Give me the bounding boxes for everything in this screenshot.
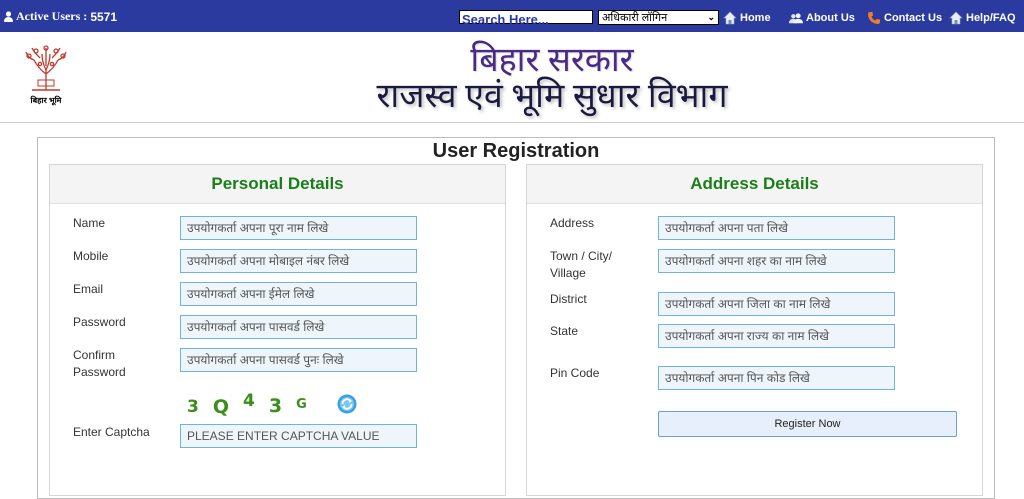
address-details-panel: Address Details Address Town / City/ Vil… (526, 164, 983, 496)
captcha-char: 4 (243, 391, 255, 411)
email-label: Email (73, 282, 104, 296)
state-label: State (550, 324, 579, 338)
captcha-char: Q (212, 396, 229, 418)
nav-contact-us[interactable]: Contact Us (867, 11, 942, 25)
captcha-field[interactable] (180, 424, 417, 448)
refresh-captcha-icon[interactable] (337, 394, 357, 414)
department-title: राजस्व एवं भूमि सुधार विभाग (376, 78, 728, 115)
address-field[interactable] (658, 216, 895, 240)
home-icon (949, 11, 963, 25)
nav-help-faq[interactable]: Help/FAQ (949, 11, 1016, 25)
people-icon (789, 13, 803, 24)
nav-about-us[interactable]: About Us (789, 11, 855, 25)
pin-code-field[interactable] (658, 366, 895, 390)
personal-details-panel: Personal Details Name Mobile Email Passw… (49, 164, 506, 496)
officer-login-select[interactable]: अधिकारी लॉगिन ⌄ (598, 10, 719, 25)
home-icon (723, 11, 737, 25)
active-users-count: 5571 (90, 9, 118, 24)
search-input[interactable] (460, 13, 592, 26)
phone-icon (868, 12, 880, 24)
nav-about-label: About Us (806, 12, 855, 24)
captcha-char: 3 (268, 395, 283, 417)
captcha-label: Enter Captcha (73, 425, 150, 439)
state-field[interactable] (658, 324, 895, 348)
address-label: Address (550, 216, 595, 230)
email-input[interactable] (181, 283, 416, 305)
search-box[interactable] (459, 10, 593, 26)
email-field[interactable] (180, 282, 417, 306)
confirm-password-input[interactable] (181, 349, 416, 371)
captcha-char: 3 (187, 397, 199, 417)
captcha-input[interactable] (181, 425, 416, 447)
captcha-char: G (296, 396, 307, 412)
name-label: Name (73, 216, 106, 230)
password-label: Password (73, 315, 126, 329)
district-field[interactable] (658, 292, 895, 316)
address-details-heading: Address Details (527, 165, 982, 204)
nav-contact-label: Contact Us (884, 12, 943, 24)
mobile-input[interactable] (181, 250, 416, 272)
pin-code-label: Pin Code (550, 366, 600, 380)
captcha-image: 3 Q 4 3 G (187, 391, 307, 418)
town-label-line1: Town / City/ (550, 249, 613, 263)
town-label: Town / City/ Village (550, 248, 612, 282)
personal-details-heading: Personal Details (50, 165, 505, 204)
mobile-field[interactable] (180, 249, 417, 273)
nav-help-label: Help/FAQ (966, 12, 1016, 24)
chevron-down-icon: ⌄ (707, 12, 715, 22)
active-users: Active Users :5571 (4, 9, 117, 24)
address-input[interactable] (659, 217, 894, 239)
officer-login-selected: अधिकारी लॉगिन (602, 12, 668, 24)
govt-title: बिहार सरकार (470, 42, 634, 79)
name-input[interactable] (181, 217, 416, 239)
town-label-line2: Village (550, 266, 586, 280)
confirm-password-label: Confirm Password (73, 347, 126, 381)
confirm-password-label-line1: Confirm (73, 348, 116, 362)
password-input[interactable] (181, 316, 416, 338)
confirm-password-field[interactable] (180, 348, 417, 372)
site-header: बिहार भूमि बिहार सरकार राजस्व एवं भूमि स… (0, 32, 1024, 123)
pin-code-input[interactable] (659, 367, 894, 389)
name-field[interactable] (180, 216, 417, 240)
register-now-button[interactable]: Register Now (658, 411, 957, 437)
mobile-label: Mobile (73, 249, 109, 263)
confirm-password-label-line2: Password (73, 365, 126, 379)
nav-home-label: Home (740, 12, 771, 24)
town-input[interactable] (659, 250, 894, 272)
password-field[interactable] (180, 315, 417, 339)
active-users-label: Active Users : (16, 9, 88, 23)
page-title: User Registration (432, 140, 600, 162)
town-field[interactable] (658, 249, 895, 273)
district-input[interactable] (659, 293, 894, 315)
user-icon (4, 11, 13, 22)
district-label: District (550, 292, 587, 306)
nav-home[interactable]: Home (723, 11, 771, 25)
state-input[interactable] (659, 325, 894, 347)
top-navbar: Active Users :5571 अधिकारी लॉगिन ⌄ Home … (0, 0, 1024, 32)
